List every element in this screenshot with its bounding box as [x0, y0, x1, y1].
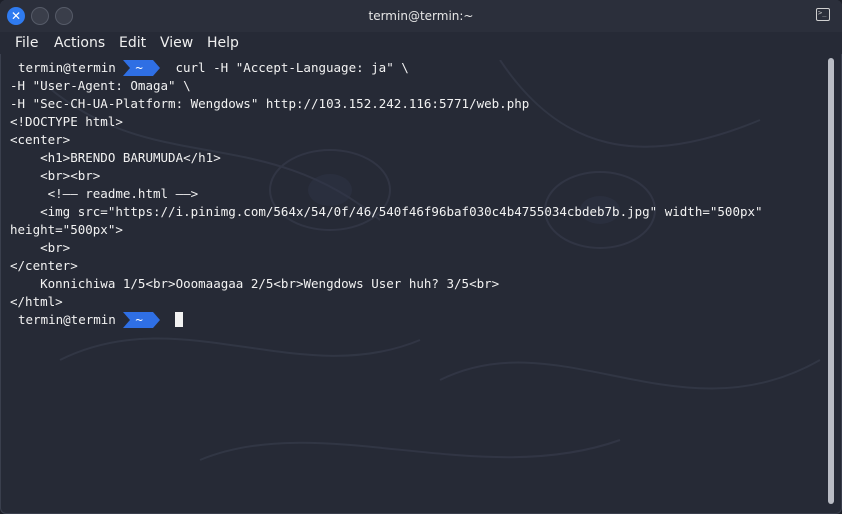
output-line: <!—— readme.html ——>: [10, 186, 199, 201]
prompt-user: termin@termin: [18, 312, 116, 327]
output-line: </center>: [10, 258, 78, 273]
prompt-line: termin@termin ~: [18, 311, 184, 329]
menu-actions[interactable]: Actions: [54, 33, 105, 53]
output-line: Konnichiwa 1/5<br>Ooomaagaa 2/5<br>Wengd…: [10, 276, 500, 291]
menu-bar: File Actions Edit View Help: [0, 32, 842, 54]
menu-view[interactable]: View: [160, 33, 193, 53]
output-line: -H "User-Agent: Omaga" \: [10, 78, 191, 93]
menu-edit[interactable]: Edit: [119, 33, 146, 53]
window-title: termin@termin:~: [368, 9, 474, 23]
output-line: <img src="https://i.pinimg.com/564x/54/0…: [10, 204, 763, 219]
output-line: <br><br>: [10, 168, 101, 183]
scrollbar[interactable]: [828, 58, 834, 504]
prompt-user: termin@termin: [18, 60, 116, 75]
terminal-output[interactable]: termin@termin ~ curl -H "Accept-Language…: [0, 58, 826, 508]
output-line: <!DOCTYPE html>: [10, 114, 123, 129]
output-line: </html>: [10, 294, 63, 309]
output-line: <center>: [10, 132, 71, 147]
output-line: <br>: [10, 240, 71, 255]
title-bar: ✕ termin@termin:~ >_: [0, 0, 842, 32]
output-line: -H "Sec-CH-UA-Platform: Wengdows" http:/…: [10, 96, 530, 111]
command-text: curl -H "Accept-Language: ja" \: [175, 60, 409, 75]
output-line: <h1>BRENDO BARUMUDA</h1>: [10, 150, 221, 165]
terminal-window: ✕ termin@termin:~ >_ File Actions Edit V…: [0, 0, 842, 514]
prompt-directory: ~: [123, 311, 160, 328]
command-line: termin@termin ~ curl -H "Accept-Language…: [18, 59, 409, 77]
menu-help[interactable]: Help: [207, 33, 239, 53]
prompt-directory: ~: [123, 59, 160, 76]
text-cursor: [175, 311, 184, 327]
terminal-icon[interactable]: >_: [816, 8, 830, 21]
menu-file[interactable]: File: [15, 33, 38, 53]
output-line: height="500px">: [10, 222, 123, 237]
